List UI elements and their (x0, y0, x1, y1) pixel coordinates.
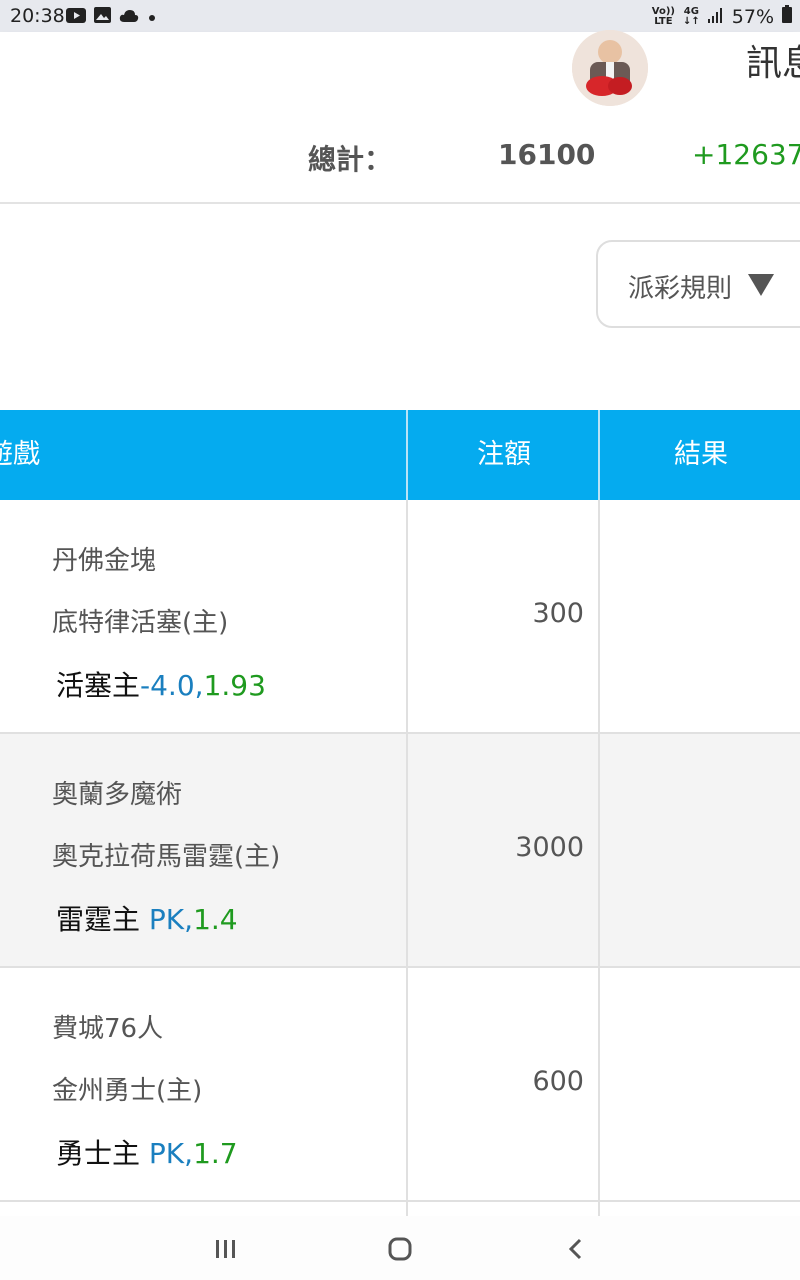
dot-icon (147, 6, 157, 28)
battery-percent: 57% (731, 5, 774, 28)
table-header: 遊戲 注額 結果 (0, 410, 800, 500)
bets-table: 遊戲 注額 結果 丹佛金塊 底特律活塞(主) 活塞主-4.0,1.93 300 … (0, 410, 800, 1202)
home-team: 奧克拉荷馬雷霆(主) (52, 842, 281, 872)
navigation-bar (0, 1216, 800, 1280)
table-row-partial (0, 1198, 800, 1218)
column-header-game: 遊戲 (0, 439, 40, 470)
home-icon[interactable] (370, 1232, 430, 1266)
table-row[interactable]: 奧蘭多魔術 奧克拉荷馬雷霆(主) 雷霆主 PK,1.4 3000 (0, 734, 800, 968)
signal-icon (707, 6, 724, 28)
bet-odds: 1.93 (203, 669, 266, 702)
column-header-stake: 注額 (406, 410, 600, 500)
total-label: 總計： (308, 143, 393, 176)
bet-stake: 600 (532, 1066, 584, 1097)
total-amount: 16100 (498, 138, 596, 171)
cloud-icon (119, 6, 139, 28)
total-result: +12637 (692, 138, 800, 171)
column-header-result: 結果 (598, 410, 800, 500)
status-bar: 20:38 Vo)) LTE 4G ↓↑ 57% (0, 0, 800, 32)
back-icon[interactable] (546, 1232, 606, 1266)
bet-pick: 勇士主 PK,1.7 (56, 1137, 238, 1170)
away-team: 奧蘭多魔術 (52, 780, 183, 810)
avatar[interactable] (572, 30, 648, 106)
youtube-icon (66, 6, 86, 28)
triangle-down-icon (746, 272, 776, 302)
battery-icon (782, 5, 792, 28)
app-header: 訊息 (0, 30, 800, 116)
home-team: 金州勇士(主) (52, 1076, 203, 1106)
gallery-icon (94, 6, 111, 28)
payout-rules-label: 派彩規則 (628, 274, 733, 304)
bet-stake: 3000 (515, 832, 584, 863)
payout-rules-button[interactable]: 派彩規則 (596, 240, 800, 328)
bet-line: -4.0, (140, 669, 204, 702)
page-title: 訊息 (746, 43, 800, 84)
bet-pick: 活塞主-4.0,1.93 (56, 669, 266, 702)
bet-stake: 300 (532, 598, 584, 629)
network-4g-indicator: 4G ↓↑ (683, 5, 700, 27)
status-time: 20:38 (10, 5, 65, 27)
table-row[interactable]: 費城76人 金州勇士(主) 勇士主 PK,1.7 600 (0, 968, 800, 1202)
away-team: 丹佛金塊 (52, 546, 157, 576)
bet-odds: 1.4 (193, 903, 238, 936)
bet-pick: 雷霆主 PK,1.4 (56, 903, 238, 936)
status-right: Vo)) LTE 4G ↓↑ 57% (652, 5, 792, 28)
volte-indicator: Vo)) LTE (651, 5, 675, 27)
summary-row: 總計： 16100 +12637 (0, 116, 800, 204)
recents-icon[interactable] (196, 1232, 256, 1266)
notification-icons (66, 6, 157, 28)
bet-odds: 1.7 (193, 1137, 238, 1170)
home-team: 底特律活塞(主) (52, 608, 229, 638)
bet-line: PK, (148, 1137, 194, 1170)
table-row[interactable]: 丹佛金塊 底特律活塞(主) 活塞主-4.0,1.93 300 (0, 500, 800, 734)
bet-line: PK, (148, 903, 194, 936)
away-team: 費城76人 (52, 1014, 164, 1044)
